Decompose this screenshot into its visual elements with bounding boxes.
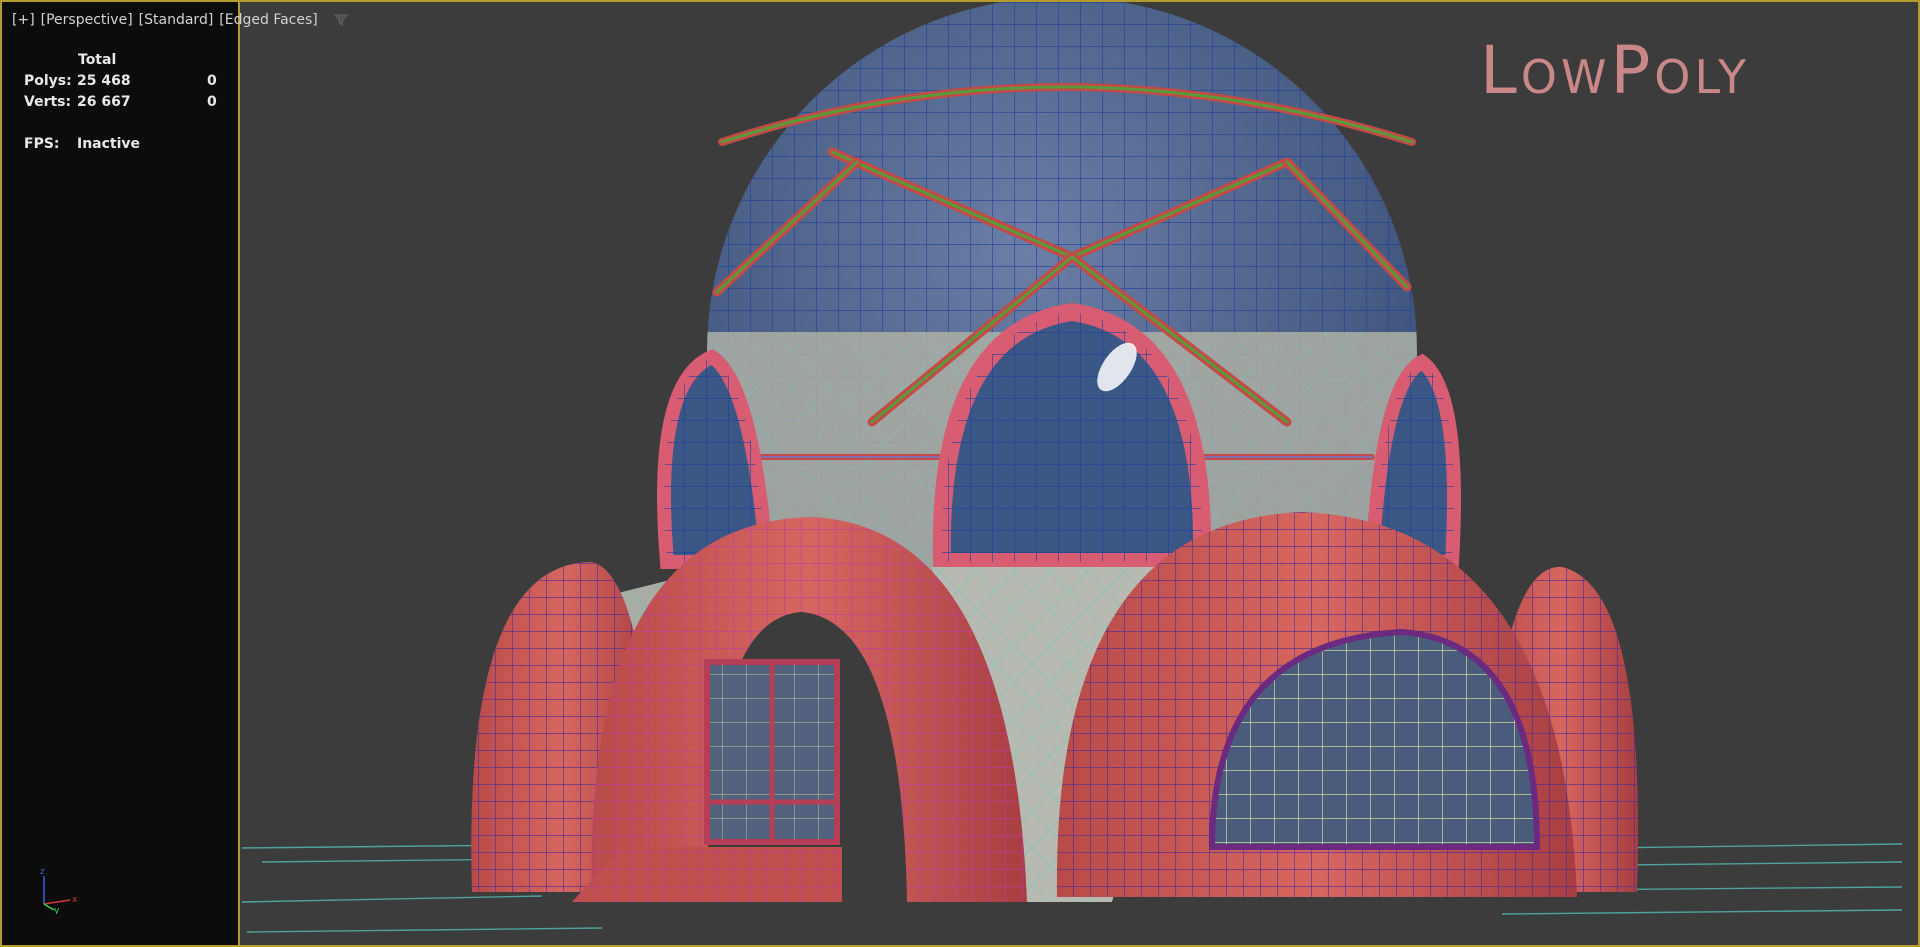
polys-selected-value: 0 xyxy=(207,73,217,89)
verts-value: 26 667 xyxy=(77,94,131,110)
verts-selected-value: 0 xyxy=(207,94,217,110)
polys-label: Polys: xyxy=(24,73,72,89)
viewport-menu-plus[interactable]: [+] xyxy=(12,12,35,28)
fps-value: Inactive xyxy=(77,136,141,152)
viewport-menu-edged-faces[interactable]: [Edged Faces] xyxy=(219,12,317,28)
viewport-menu-standard[interactable]: [Standard] xyxy=(139,12,214,28)
viewport-perspective[interactable]: Total Polys: 25 468 0 Verts: 26 667 0 FP… xyxy=(0,0,1920,947)
fps-label: FPS: xyxy=(24,136,60,152)
scene-render[interactable] xyxy=(2,2,1918,945)
axis-z-label: z xyxy=(40,867,45,877)
polys-value: 25 468 xyxy=(77,73,131,89)
axis-x-label: x xyxy=(72,895,78,905)
stats-total-header: Total xyxy=(78,52,117,68)
viewport-label: [+] [Perspective] [Standard] [Edged Face… xyxy=(12,12,348,28)
axis-gizmo-icon: z x y xyxy=(40,867,78,914)
viewport-menu-perspective[interactable]: [Perspective] xyxy=(41,12,133,28)
axis-y-label: y xyxy=(54,906,60,914)
funnel-icon[interactable] xyxy=(333,13,348,27)
verts-label: Verts: xyxy=(24,94,72,110)
lowpoly-watermark: LowPoly xyxy=(1480,32,1751,109)
statistics-panel: Total Polys: 25 468 0 Verts: 26 667 0 FP… xyxy=(2,2,240,945)
